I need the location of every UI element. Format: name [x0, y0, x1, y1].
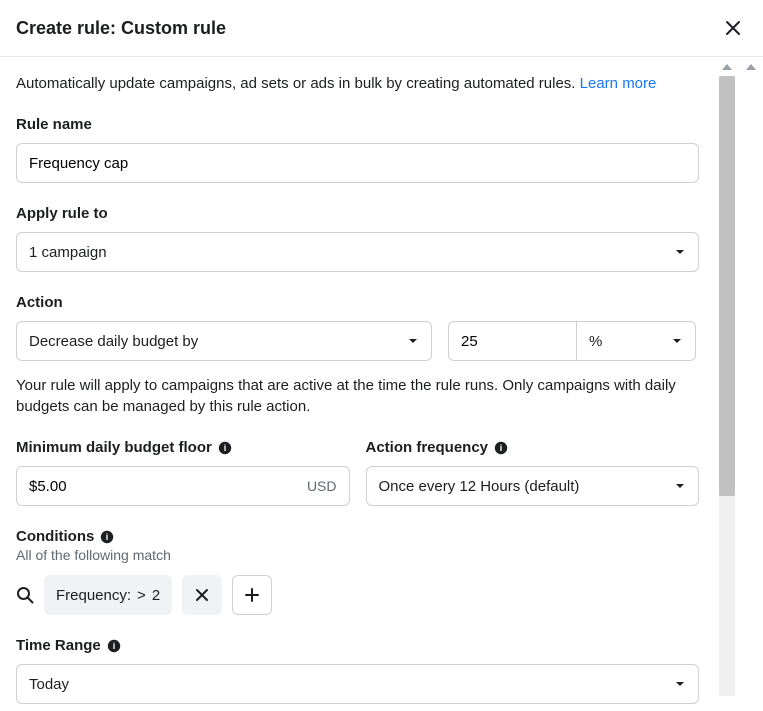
action-type-select[interactable]: Decrease daily budget by: [16, 321, 432, 361]
scrollbar-track: [719, 76, 735, 696]
condition-field: Frequency:: [56, 587, 131, 604]
apply-to-value: 1 campaign: [29, 244, 107, 261]
conditions-label: Conditions i: [16, 528, 699, 545]
action-frequency-value: Once every 12 Hours (default): [379, 478, 580, 495]
caret-down-icon: [407, 335, 419, 347]
rule-name-group: Rule name: [16, 116, 699, 183]
apply-to-group: Apply rule to 1 campaign: [16, 205, 699, 272]
action-unit-value: %: [589, 333, 602, 350]
action-frequency-select[interactable]: Once every 12 Hours (default): [366, 466, 700, 506]
info-icon[interactable]: i: [494, 441, 508, 455]
svg-text:i: i: [224, 443, 227, 453]
vertical-scrollbar-secondary[interactable]: [739, 58, 763, 696]
action-value-group: %: [448, 321, 696, 361]
vertical-scrollbar[interactable]: [715, 58, 739, 696]
action-type-value: Decrease daily budget by: [29, 333, 198, 350]
condition-chip[interactable]: Frequency: > 2: [44, 575, 172, 615]
add-condition-button[interactable]: [232, 575, 272, 615]
min-floor-input-wrap[interactable]: USD: [16, 466, 350, 506]
min-floor-group: Minimum daily budget floor i USD: [16, 439, 350, 506]
info-icon[interactable]: i: [107, 639, 121, 653]
action-group: Action Decrease daily budget by %: [16, 294, 699, 417]
action-unit-select[interactable]: %: [576, 321, 696, 361]
condition-value: 2: [152, 587, 160, 604]
remove-condition-button[interactable]: [182, 575, 222, 615]
time-range-label: Time Range i: [16, 637, 699, 654]
action-frequency-label-text: Action frequency: [366, 439, 489, 456]
conditions-label-text: Conditions: [16, 528, 94, 545]
time-range-label-text: Time Range: [16, 637, 101, 654]
svg-text:i: i: [112, 641, 115, 651]
min-floor-currency: USD: [307, 478, 337, 494]
learn-more-link[interactable]: Learn more: [580, 75, 657, 92]
action-label: Action: [16, 294, 699, 311]
action-helper-text: Your rule will apply to campaigns that a…: [16, 375, 699, 417]
time-range-select[interactable]: Today: [16, 664, 699, 704]
info-icon[interactable]: i: [218, 441, 232, 455]
apply-to-label: Apply rule to: [16, 205, 699, 222]
close-icon: [723, 18, 743, 38]
caret-down-icon: [674, 246, 686, 258]
condition-op: >: [137, 587, 146, 604]
min-floor-label-text: Minimum daily budget floor: [16, 439, 212, 456]
caret-down-icon: [674, 678, 686, 690]
action-amount-input[interactable]: [448, 321, 576, 361]
apply-to-select[interactable]: 1 campaign: [16, 232, 699, 272]
close-icon: [194, 587, 210, 603]
scroll-up-icon: [746, 64, 756, 70]
modal-content: Automatically update campaigns, ad sets …: [0, 57, 715, 711]
action-frequency-group: Action frequency i Once every 12 Hours (…: [366, 439, 700, 506]
info-icon[interactable]: i: [100, 530, 114, 544]
rule-name-label: Rule name: [16, 116, 699, 133]
close-button[interactable]: [719, 14, 747, 42]
min-floor-label: Minimum daily budget floor i: [16, 439, 350, 456]
floor-frequency-row: Minimum daily budget floor i USD Action …: [16, 439, 699, 506]
modal-title: Create rule: Custom rule: [16, 18, 226, 39]
caret-down-icon: [674, 480, 686, 492]
action-frequency-label: Action frequency i: [366, 439, 700, 456]
modal-header: Create rule: Custom rule: [0, 0, 763, 57]
rule-name-input[interactable]: [16, 143, 699, 183]
intro-copy: Automatically update campaigns, ad sets …: [16, 75, 580, 92]
svg-text:i: i: [106, 532, 109, 542]
time-range-group: Time Range i Today: [16, 637, 699, 704]
create-rule-modal: Create rule: Custom rule Automatically u…: [0, 0, 763, 711]
min-floor-input[interactable]: [29, 478, 307, 495]
search-icon[interactable]: [16, 586, 34, 604]
svg-text:i: i: [500, 443, 503, 453]
scrollbar-thumb[interactable]: [719, 76, 735, 496]
conditions-subtext: All of the following match: [16, 547, 699, 563]
intro-text: Automatically update campaigns, ad sets …: [16, 73, 699, 94]
conditions-group: Conditions i All of the following match …: [16, 528, 699, 615]
scrollbar-area: [715, 58, 763, 696]
caret-down-icon: [671, 335, 683, 347]
time-range-value: Today: [29, 676, 69, 693]
plus-icon: [244, 587, 260, 603]
scroll-up-icon: [722, 64, 732, 70]
conditions-row: Frequency: > 2: [16, 575, 699, 615]
